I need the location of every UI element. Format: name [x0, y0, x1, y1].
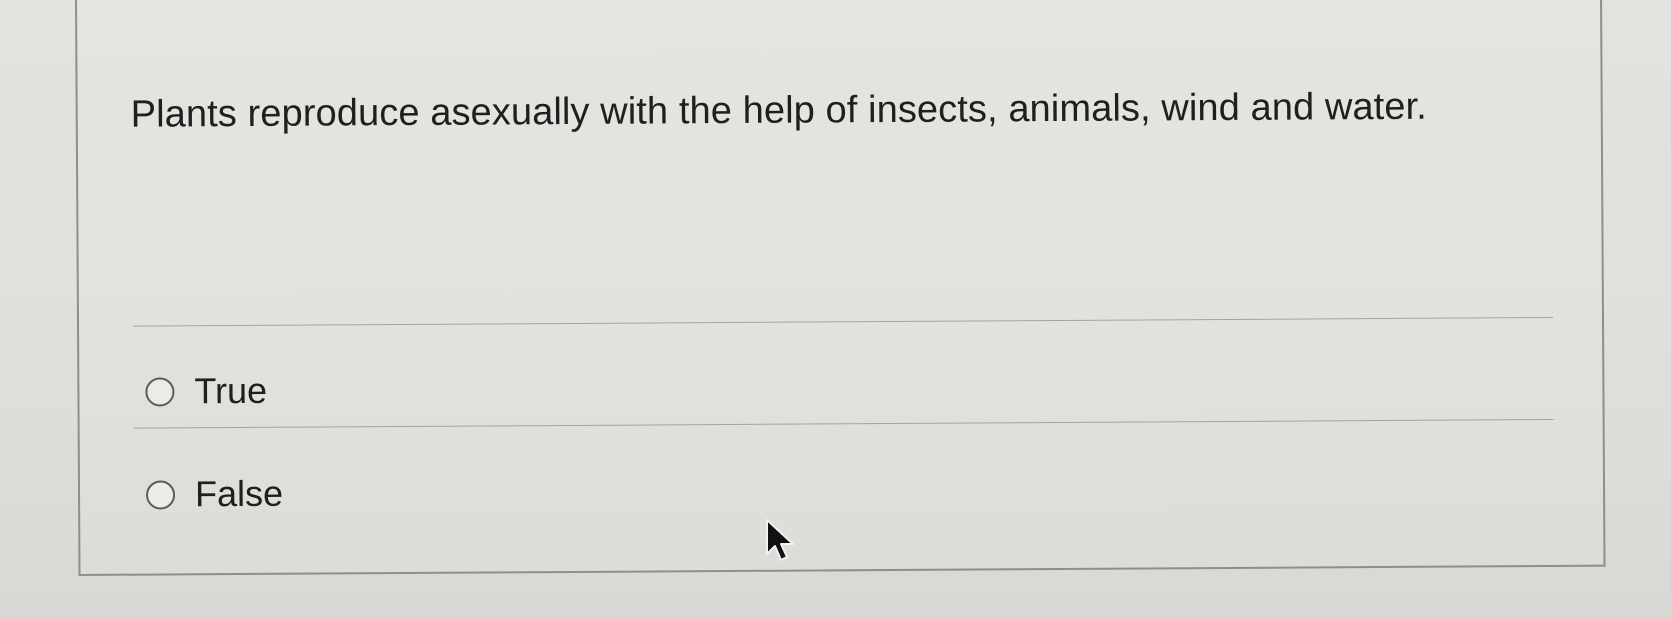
answer-divider-middle — [133, 418, 1554, 429]
answer-option-true[interactable]: True — [145, 370, 267, 413]
mouse-pointer-icon — [766, 519, 794, 561]
answer-divider-top — [133, 316, 1553, 327]
radio-button-true[interactable] — [145, 376, 175, 407]
question-card: Plants reproduce asexually with the help… — [75, 0, 1606, 576]
answer-label-true: True — [194, 369, 268, 412]
radio-button-false[interactable] — [145, 479, 176, 510]
screen-background: Plants reproduce asexually with the help… — [0, 0, 1671, 617]
question-text: Plants reproduce asexually with the help… — [130, 85, 1428, 136]
answer-option-false[interactable]: False — [145, 472, 284, 516]
answer-label-false: False — [194, 472, 284, 515]
